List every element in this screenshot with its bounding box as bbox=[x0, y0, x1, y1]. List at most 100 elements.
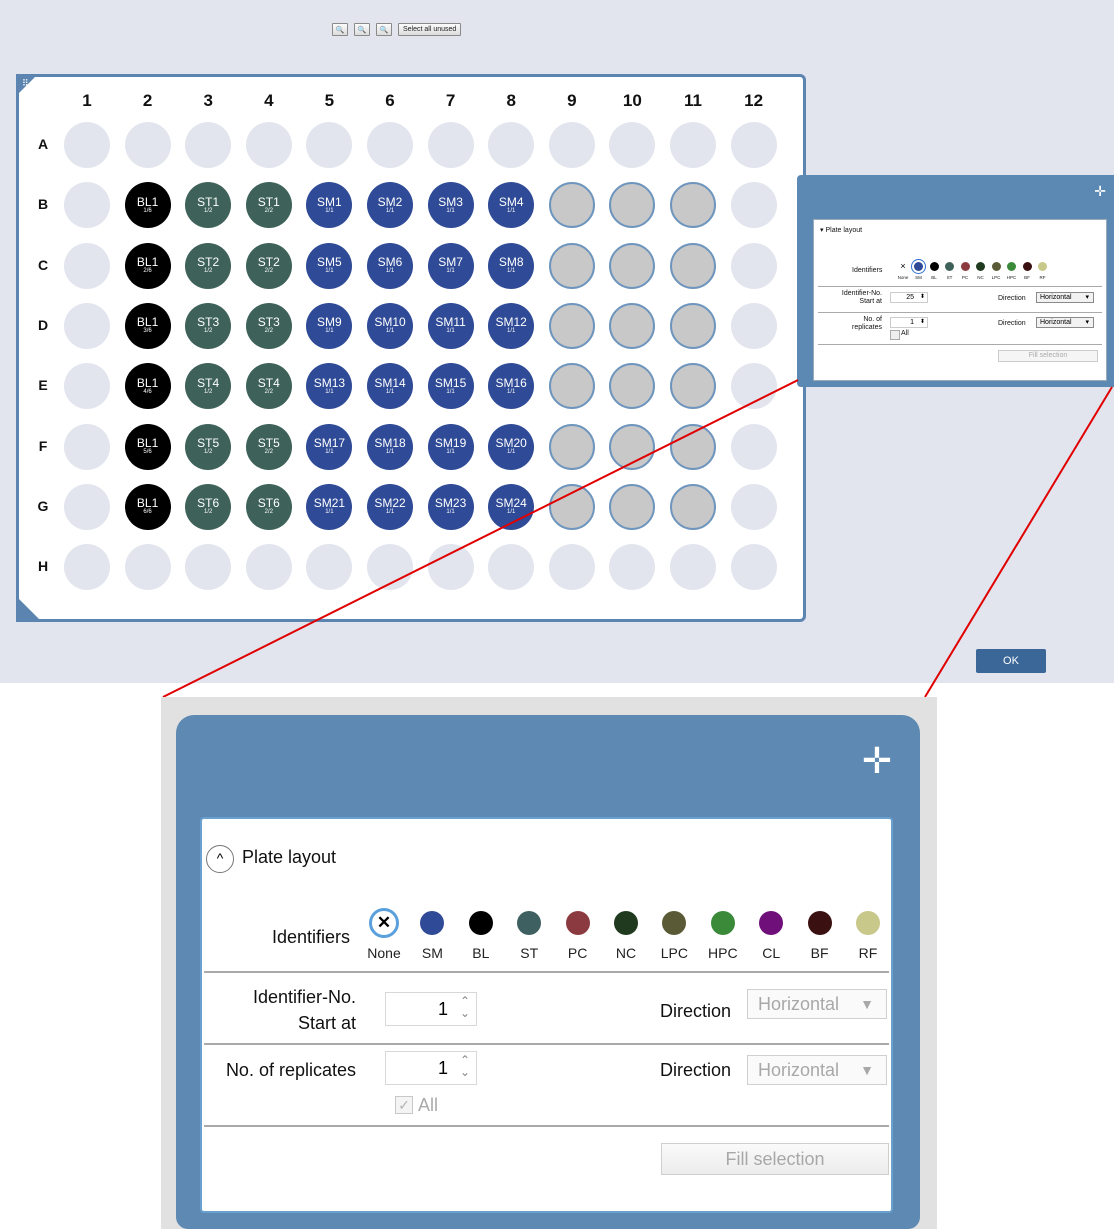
row-header-B[interactable]: B bbox=[33, 196, 53, 212]
well-C1[interactable] bbox=[64, 242, 110, 289]
identifier-sm-option[interactable] bbox=[914, 262, 923, 271]
well-B1[interactable] bbox=[64, 182, 110, 229]
ok-button[interactable]: OK bbox=[976, 649, 1046, 673]
well-H10[interactable] bbox=[609, 544, 656, 591]
well-E4[interactable]: ST4 2/2 bbox=[245, 363, 292, 410]
well-G10[interactable] bbox=[609, 483, 656, 530]
well-D7[interactable]: SM11 1/1 bbox=[427, 302, 474, 349]
well-G3[interactable]: ST6 1/2 bbox=[185, 483, 232, 530]
grid-icon[interactable]: ⠿ bbox=[22, 79, 32, 88]
well-F12[interactable] bbox=[730, 423, 777, 470]
direction-select-1[interactable]: Horizontal ▼ bbox=[747, 989, 887, 1019]
well-H1[interactable] bbox=[64, 544, 110, 591]
well-F11[interactable] bbox=[670, 423, 716, 470]
column-header-9[interactable]: 9 bbox=[552, 91, 592, 111]
well-A10[interactable] bbox=[609, 122, 656, 168]
well-F6[interactable]: SM18 1/1 bbox=[367, 423, 413, 470]
well-E2[interactable]: BL1 4/6 bbox=[124, 363, 171, 410]
well-H9[interactable] bbox=[548, 544, 595, 591]
well-E1[interactable] bbox=[64, 363, 110, 410]
identifier-st-option[interactable] bbox=[517, 911, 542, 935]
identifier-pc-option[interactable] bbox=[565, 911, 590, 935]
well-C4[interactable]: ST2 2/2 bbox=[245, 242, 292, 289]
well-H2[interactable] bbox=[124, 544, 171, 591]
well-B12[interactable] bbox=[730, 182, 777, 229]
well-A3[interactable] bbox=[185, 122, 232, 168]
replicates-stepper[interactable]: 1 ⌃ ⌄ bbox=[385, 1051, 477, 1085]
well-G5[interactable]: SM21 1/1 bbox=[306, 483, 353, 530]
column-header-10[interactable]: 10 bbox=[612, 91, 652, 111]
direction-select-2[interactable]: Horizontal ▾ bbox=[1036, 317, 1094, 328]
well-A11[interactable] bbox=[670, 122, 716, 168]
spinner-arrows-icon[interactable]: ⌃ ⌄ bbox=[460, 1054, 470, 1078]
well-B7[interactable]: SM3 1/1 bbox=[427, 182, 474, 229]
well-D1[interactable] bbox=[64, 302, 110, 349]
identifier-nc-option[interactable] bbox=[976, 262, 985, 271]
well-D11[interactable] bbox=[670, 302, 716, 349]
well-F10[interactable] bbox=[609, 423, 656, 470]
well-D2[interactable]: BL1 3/6 bbox=[124, 302, 171, 349]
well-G6[interactable]: SM22 1/1 bbox=[367, 483, 413, 530]
move-icon[interactable]: ✛ bbox=[1094, 183, 1106, 200]
identifier-rf-option[interactable] bbox=[856, 911, 880, 935]
well-C2[interactable]: BL1 2/6 bbox=[124, 242, 171, 289]
well-B10[interactable] bbox=[609, 182, 656, 229]
well-F7[interactable]: SM19 1/1 bbox=[427, 423, 474, 470]
zoom-fit-button[interactable]: 🔍 bbox=[376, 23, 392, 36]
column-header-8[interactable]: 8 bbox=[491, 91, 531, 111]
well-H8[interactable] bbox=[488, 544, 535, 591]
well-C3[interactable]: ST2 1/2 bbox=[185, 242, 232, 289]
identifier-bl-option[interactable] bbox=[929, 262, 939, 271]
select-all-unused-button[interactable]: Select all unused bbox=[398, 23, 462, 36]
well-G2[interactable]: BL1 6/6 bbox=[124, 483, 171, 530]
well-E6[interactable]: SM14 1/1 bbox=[367, 363, 413, 410]
identifier-bl-option[interactable] bbox=[468, 911, 493, 935]
well-E8[interactable]: SM16 1/1 bbox=[488, 363, 535, 410]
identifier-lpc-option[interactable] bbox=[662, 911, 687, 935]
well-E9[interactable] bbox=[548, 363, 595, 410]
well-B3[interactable]: ST1 1/2 bbox=[185, 182, 232, 229]
well-G7[interactable]: SM23 1/1 bbox=[427, 483, 474, 530]
well-F1[interactable] bbox=[64, 423, 110, 470]
well-B6[interactable]: SM2 1/1 bbox=[367, 182, 413, 229]
spinner-arrows-icon[interactable]: ⌃ ⌄ bbox=[460, 995, 470, 1019]
collapse-icon[interactable]: ^ bbox=[206, 845, 234, 873]
well-E11[interactable] bbox=[670, 363, 716, 410]
well-D9[interactable] bbox=[548, 302, 595, 349]
well-F4[interactable]: ST5 2/2 bbox=[245, 423, 292, 470]
well-A1[interactable] bbox=[64, 122, 110, 168]
well-F3[interactable]: ST5 1/2 bbox=[185, 423, 232, 470]
collapse-toggle[interactable]: ▾ Plate layout bbox=[820, 226, 862, 234]
well-G1[interactable] bbox=[64, 483, 110, 530]
row-header-D[interactable]: D bbox=[33, 317, 53, 333]
identifier-none-option[interactable]: ✕ bbox=[369, 908, 399, 938]
zoom-in-button[interactable]: 🔍 bbox=[332, 23, 348, 36]
well-E7[interactable]: SM15 1/1 bbox=[427, 363, 474, 410]
well-C10[interactable] bbox=[609, 242, 656, 289]
well-G11[interactable] bbox=[670, 483, 716, 530]
column-header-4[interactable]: 4 bbox=[249, 91, 289, 111]
identifier-bf-option[interactable] bbox=[807, 911, 832, 935]
column-header-2[interactable]: 2 bbox=[128, 91, 168, 111]
well-H4[interactable] bbox=[245, 544, 292, 591]
direction-select-2[interactable]: Horizontal ▼ bbox=[747, 1055, 887, 1085]
row-header-G[interactable]: G bbox=[33, 498, 53, 514]
well-B5[interactable]: SM1 1/1 bbox=[306, 182, 353, 229]
well-E3[interactable]: ST4 1/2 bbox=[185, 363, 232, 410]
well-B2[interactable]: BL1 1/6 bbox=[124, 182, 171, 229]
well-C11[interactable] bbox=[670, 242, 716, 289]
well-F8[interactable]: SM20 1/1 bbox=[488, 423, 535, 470]
well-D12[interactable] bbox=[730, 302, 777, 349]
well-E12[interactable] bbox=[730, 363, 777, 410]
well-A5[interactable] bbox=[306, 122, 353, 168]
well-H6[interactable] bbox=[367, 544, 413, 591]
well-G4[interactable]: ST6 2/2 bbox=[245, 483, 292, 530]
column-header-7[interactable]: 7 bbox=[431, 91, 471, 111]
identifier-st-option[interactable] bbox=[945, 262, 954, 271]
identifier-rf-option[interactable] bbox=[1038, 262, 1047, 271]
well-F9[interactable] bbox=[548, 423, 595, 470]
well-B11[interactable] bbox=[670, 182, 716, 229]
well-H3[interactable] bbox=[185, 544, 232, 591]
move-icon[interactable]: ✛ bbox=[862, 743, 892, 779]
well-H11[interactable] bbox=[670, 544, 716, 591]
